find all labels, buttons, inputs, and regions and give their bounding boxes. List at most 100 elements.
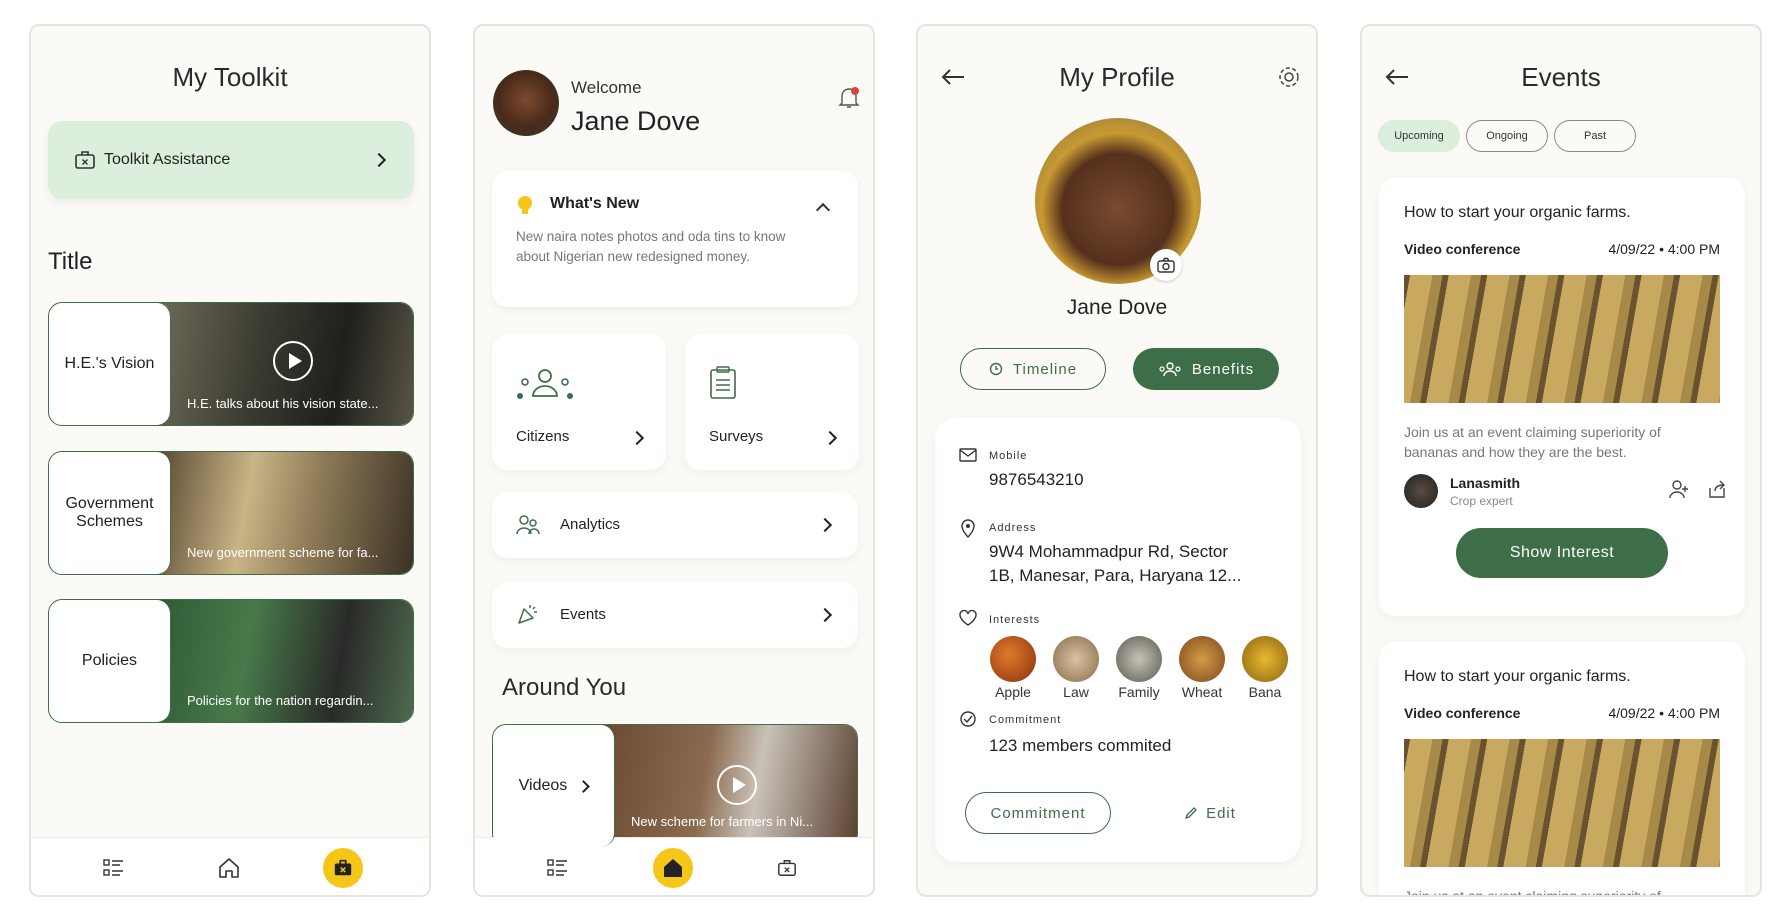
event-card: How to start your organic farms. Video c… (1379, 642, 1745, 897)
media-card-label: Government Schemes (49, 452, 171, 574)
tab-list[interactable] (94, 848, 134, 888)
bulb-icon (518, 196, 532, 214)
event-type: Video conference (1404, 705, 1521, 721)
chevron-right-icon (817, 607, 833, 623)
timeline-label: Timeline (1012, 360, 1078, 378)
tab-home[interactable] (653, 848, 693, 888)
edit-button[interactable]: Edit (1150, 792, 1270, 834)
list-icon (103, 859, 123, 876)
media-card-policies[interactable]: Policies Policies for the nation regardi… (48, 599, 414, 723)
add-user-icon[interactable] (1668, 478, 1690, 500)
media-card-label: H.E.'s Vision (49, 303, 171, 425)
notification-button[interactable] (838, 86, 862, 112)
list-icon (547, 859, 567, 876)
host-name: Lanasmith (1450, 475, 1521, 491)
home-icon (664, 859, 682, 877)
event-card: How to start your organic farms. Video c… (1379, 178, 1745, 616)
avatar[interactable] (493, 70, 559, 136)
commitment-button-label: Commitment (990, 804, 1086, 822)
edit-label: Edit (1206, 804, 1236, 822)
tab-upcoming[interactable]: Upcoming (1378, 120, 1460, 152)
event-datetime: 4/09/22 • 4:00 PM (1608, 241, 1720, 257)
event-image (1404, 275, 1720, 403)
media-card-schemes[interactable]: Government Schemes New government scheme… (48, 451, 414, 575)
change-photo-button[interactable] (1150, 249, 1182, 281)
benefits-button[interactable]: Benefits (1133, 348, 1279, 390)
citizens-card[interactable]: Citizens (492, 334, 666, 470)
profile-screen: My Profile Jane Dove Timeline Benefits M… (916, 24, 1318, 897)
timeline-button[interactable]: Timeline (960, 348, 1106, 390)
toolkit-icon (334, 859, 352, 876)
event-title: How to start your organic farms. (1404, 668, 1631, 685)
citizens-label: Citizens (516, 428, 570, 445)
show-interest-button[interactable]: Show Interest (1456, 528, 1668, 578)
media-caption: H.E. talks about his vision state... (187, 396, 379, 411)
welcome-label: Welcome (571, 78, 642, 97)
home-icon (219, 858, 239, 878)
play-icon[interactable] (717, 765, 757, 805)
event-title: How to start your organic farms. (1404, 204, 1631, 221)
tab-past[interactable]: Past (1554, 120, 1636, 152)
address-line-2: 1B, Manesar, Para, Haryana 12... (989, 566, 1242, 585)
media-caption: Policies for the nation regardin... (187, 693, 374, 708)
media-caption: New scheme for farmers in Ni... (631, 814, 814, 829)
surveys-card[interactable]: Surveys (685, 334, 859, 470)
tab-bar (31, 837, 429, 895)
tab-list[interactable] (538, 848, 578, 888)
play-icon[interactable] (273, 341, 313, 381)
commitment-icon (960, 711, 976, 727)
analytics-icon (516, 515, 540, 535)
interests-label: Interests (989, 614, 1041, 626)
media-caption: New government scheme for fa... (187, 545, 379, 560)
assistance-label: Toolkit Assistance (104, 151, 231, 168)
gear-icon[interactable] (1276, 64, 1302, 90)
address-line-1: 9W4 Mohammadpur Rd, Sector (989, 542, 1229, 561)
event-image (1404, 739, 1720, 867)
page-title: My Profile (1059, 62, 1175, 92)
events-row[interactable]: Events (492, 582, 858, 648)
toolkit-assistance-button[interactable]: Toolkit Assistance (48, 121, 414, 199)
commitment-value: 123 members commited (989, 736, 1172, 755)
tab-ongoing[interactable]: Ongoing (1466, 120, 1548, 152)
chevron-right-icon (371, 152, 387, 168)
media-card-vision[interactable]: H.E.'s Vision H.E. talks about his visio… (48, 302, 414, 426)
tab-toolkit[interactable] (767, 848, 807, 888)
host-role: Crop expert (1450, 494, 1513, 508)
around-you-title: Around You (502, 674, 627, 701)
survey-icon (710, 366, 736, 399)
event-description: Join us at an event claiming superiority… (1404, 888, 1661, 897)
share-icon[interactable] (1707, 479, 1727, 499)
mail-icon (959, 448, 977, 462)
toolkit-icon (778, 860, 796, 876)
profile-name: Jane Dove (1066, 296, 1168, 319)
chevron-right-icon (822, 430, 838, 446)
camera-icon (1157, 257, 1175, 273)
tab-toolkit[interactable] (323, 848, 363, 888)
chevron-right-icon (817, 517, 833, 533)
chevron-right-icon (629, 430, 645, 446)
commitment-button[interactable]: Commitment (965, 792, 1111, 834)
event-type: Video conference (1404, 241, 1521, 257)
party-icon (518, 605, 537, 624)
whats-new-card: What's New New naira notes photos and od… (492, 171, 858, 307)
toolkit-screen: My Toolkit Toolkit Assistance Title H.E.… (29, 24, 431, 897)
clock-icon (989, 362, 1003, 376)
events-label: Events (560, 606, 606, 623)
profile-details-card: Mobile 9876543210 Address 9W4 Mohammadpu… (935, 418, 1301, 862)
benefits-icon (1159, 362, 1181, 377)
commitment-label: Commitment (989, 714, 1062, 726)
bell-icon (838, 87, 860, 108)
home-screen: Welcome Jane Dove What's New New naira n… (473, 24, 875, 897)
media-card-label: Policies (49, 600, 171, 722)
page-title: Events (1521, 62, 1601, 92)
citizens-icon (517, 369, 573, 399)
videos-card[interactable]: Videos New scheme for farmers in Ni... (492, 724, 858, 848)
tab-home[interactable] (209, 848, 249, 888)
chevron-up-icon[interactable] (815, 202, 831, 218)
pencil-icon (1185, 807, 1197, 820)
address-label: Address (989, 522, 1037, 534)
whats-new-text: New naira notes photos and oda tins to k… (516, 229, 786, 264)
analytics-row[interactable]: Analytics (492, 492, 858, 558)
benefits-label: Benefits (1191, 360, 1255, 378)
event-description: Join us at an event claiming superiority… (1404, 424, 1661, 460)
